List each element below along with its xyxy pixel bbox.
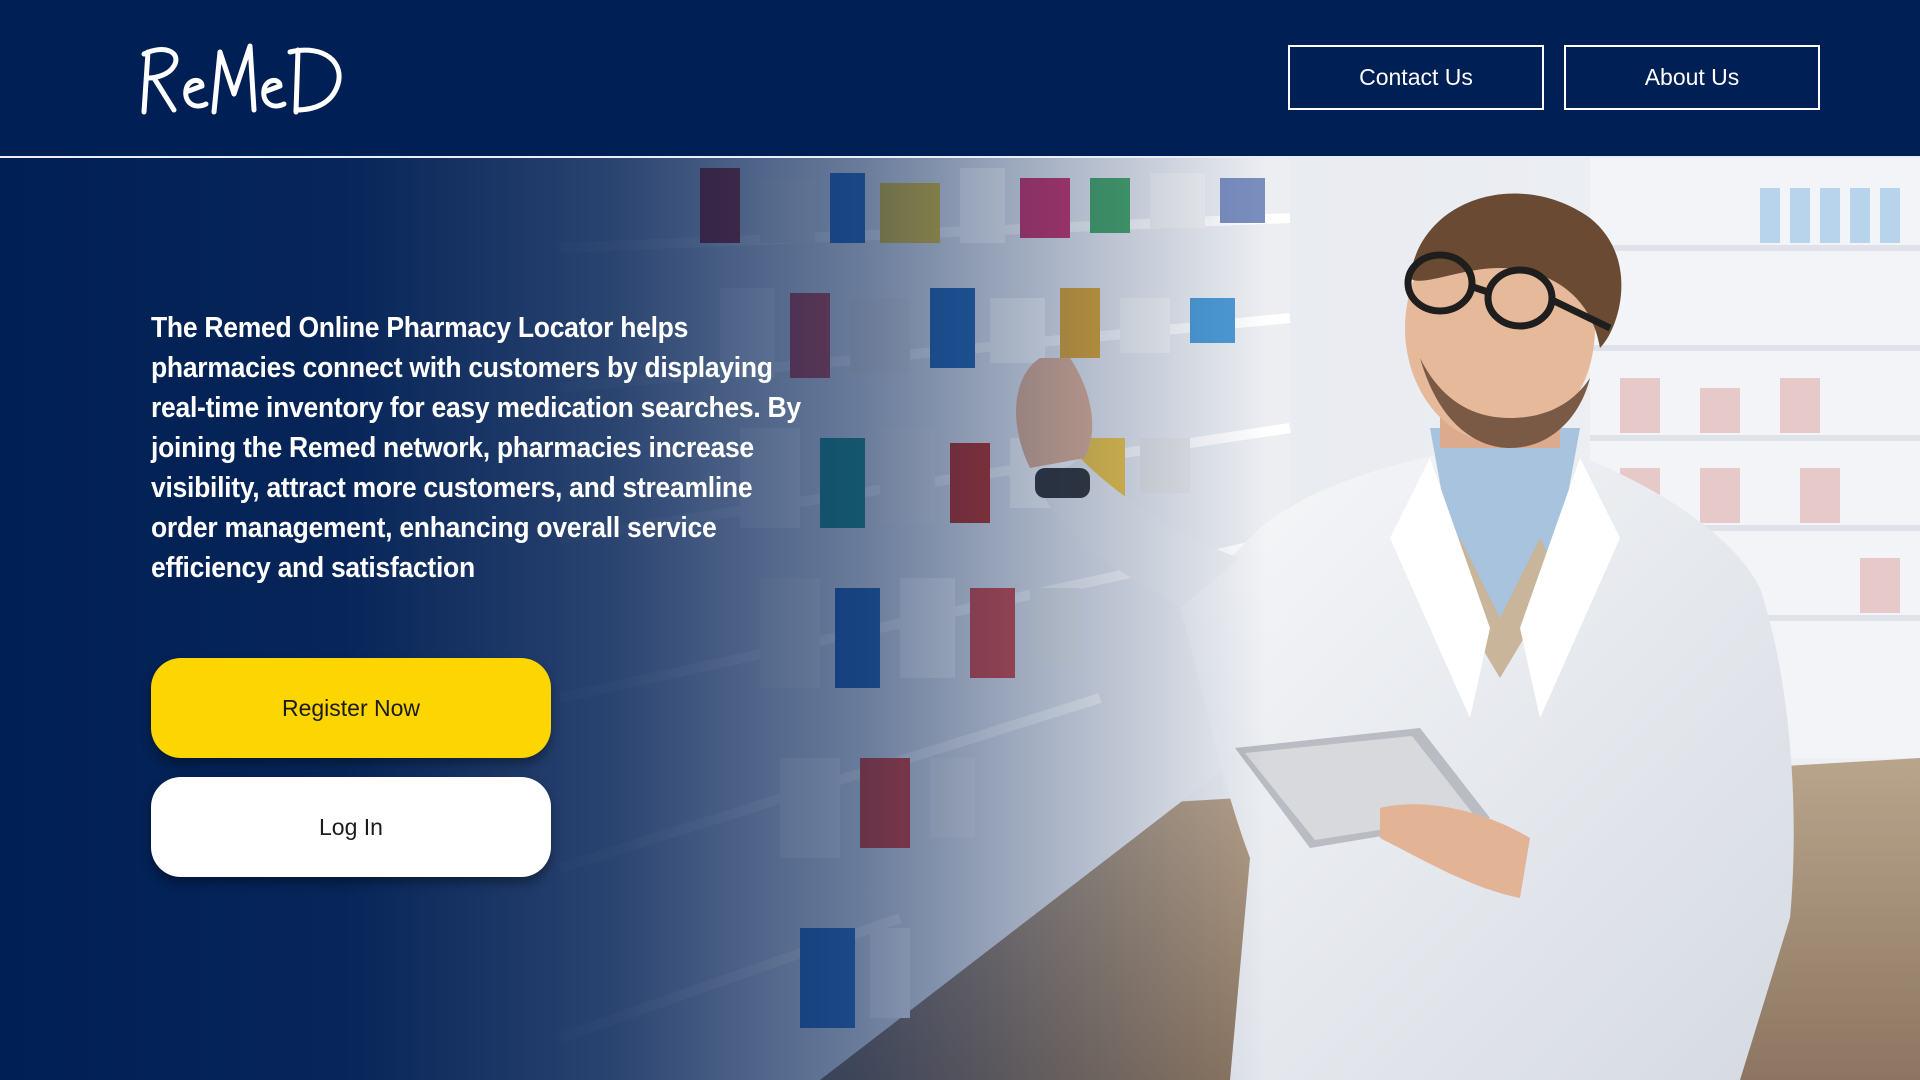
hero-description: The Remed Online Pharmacy Locator helps … [151, 312, 801, 584]
contact-us-button[interactable]: Contact Us [1288, 45, 1544, 110]
register-now-button[interactable]: Register Now [151, 658, 551, 758]
pharmacist-photo [0, 158, 1920, 1080]
landing-page: Contact Us About Us The Remed Online Pha… [0, 0, 1920, 1080]
remed-logo-image [141, 43, 342, 115]
hero-section: The Remed Online Pharmacy Locator helps … [0, 158, 1920, 1080]
top-header: Contact Us About Us [0, 0, 1920, 158]
remed-logo[interactable] [130, 38, 345, 118]
about-us-button[interactable]: About Us [1564, 45, 1820, 110]
log-in-button[interactable]: Log In [151, 777, 551, 877]
